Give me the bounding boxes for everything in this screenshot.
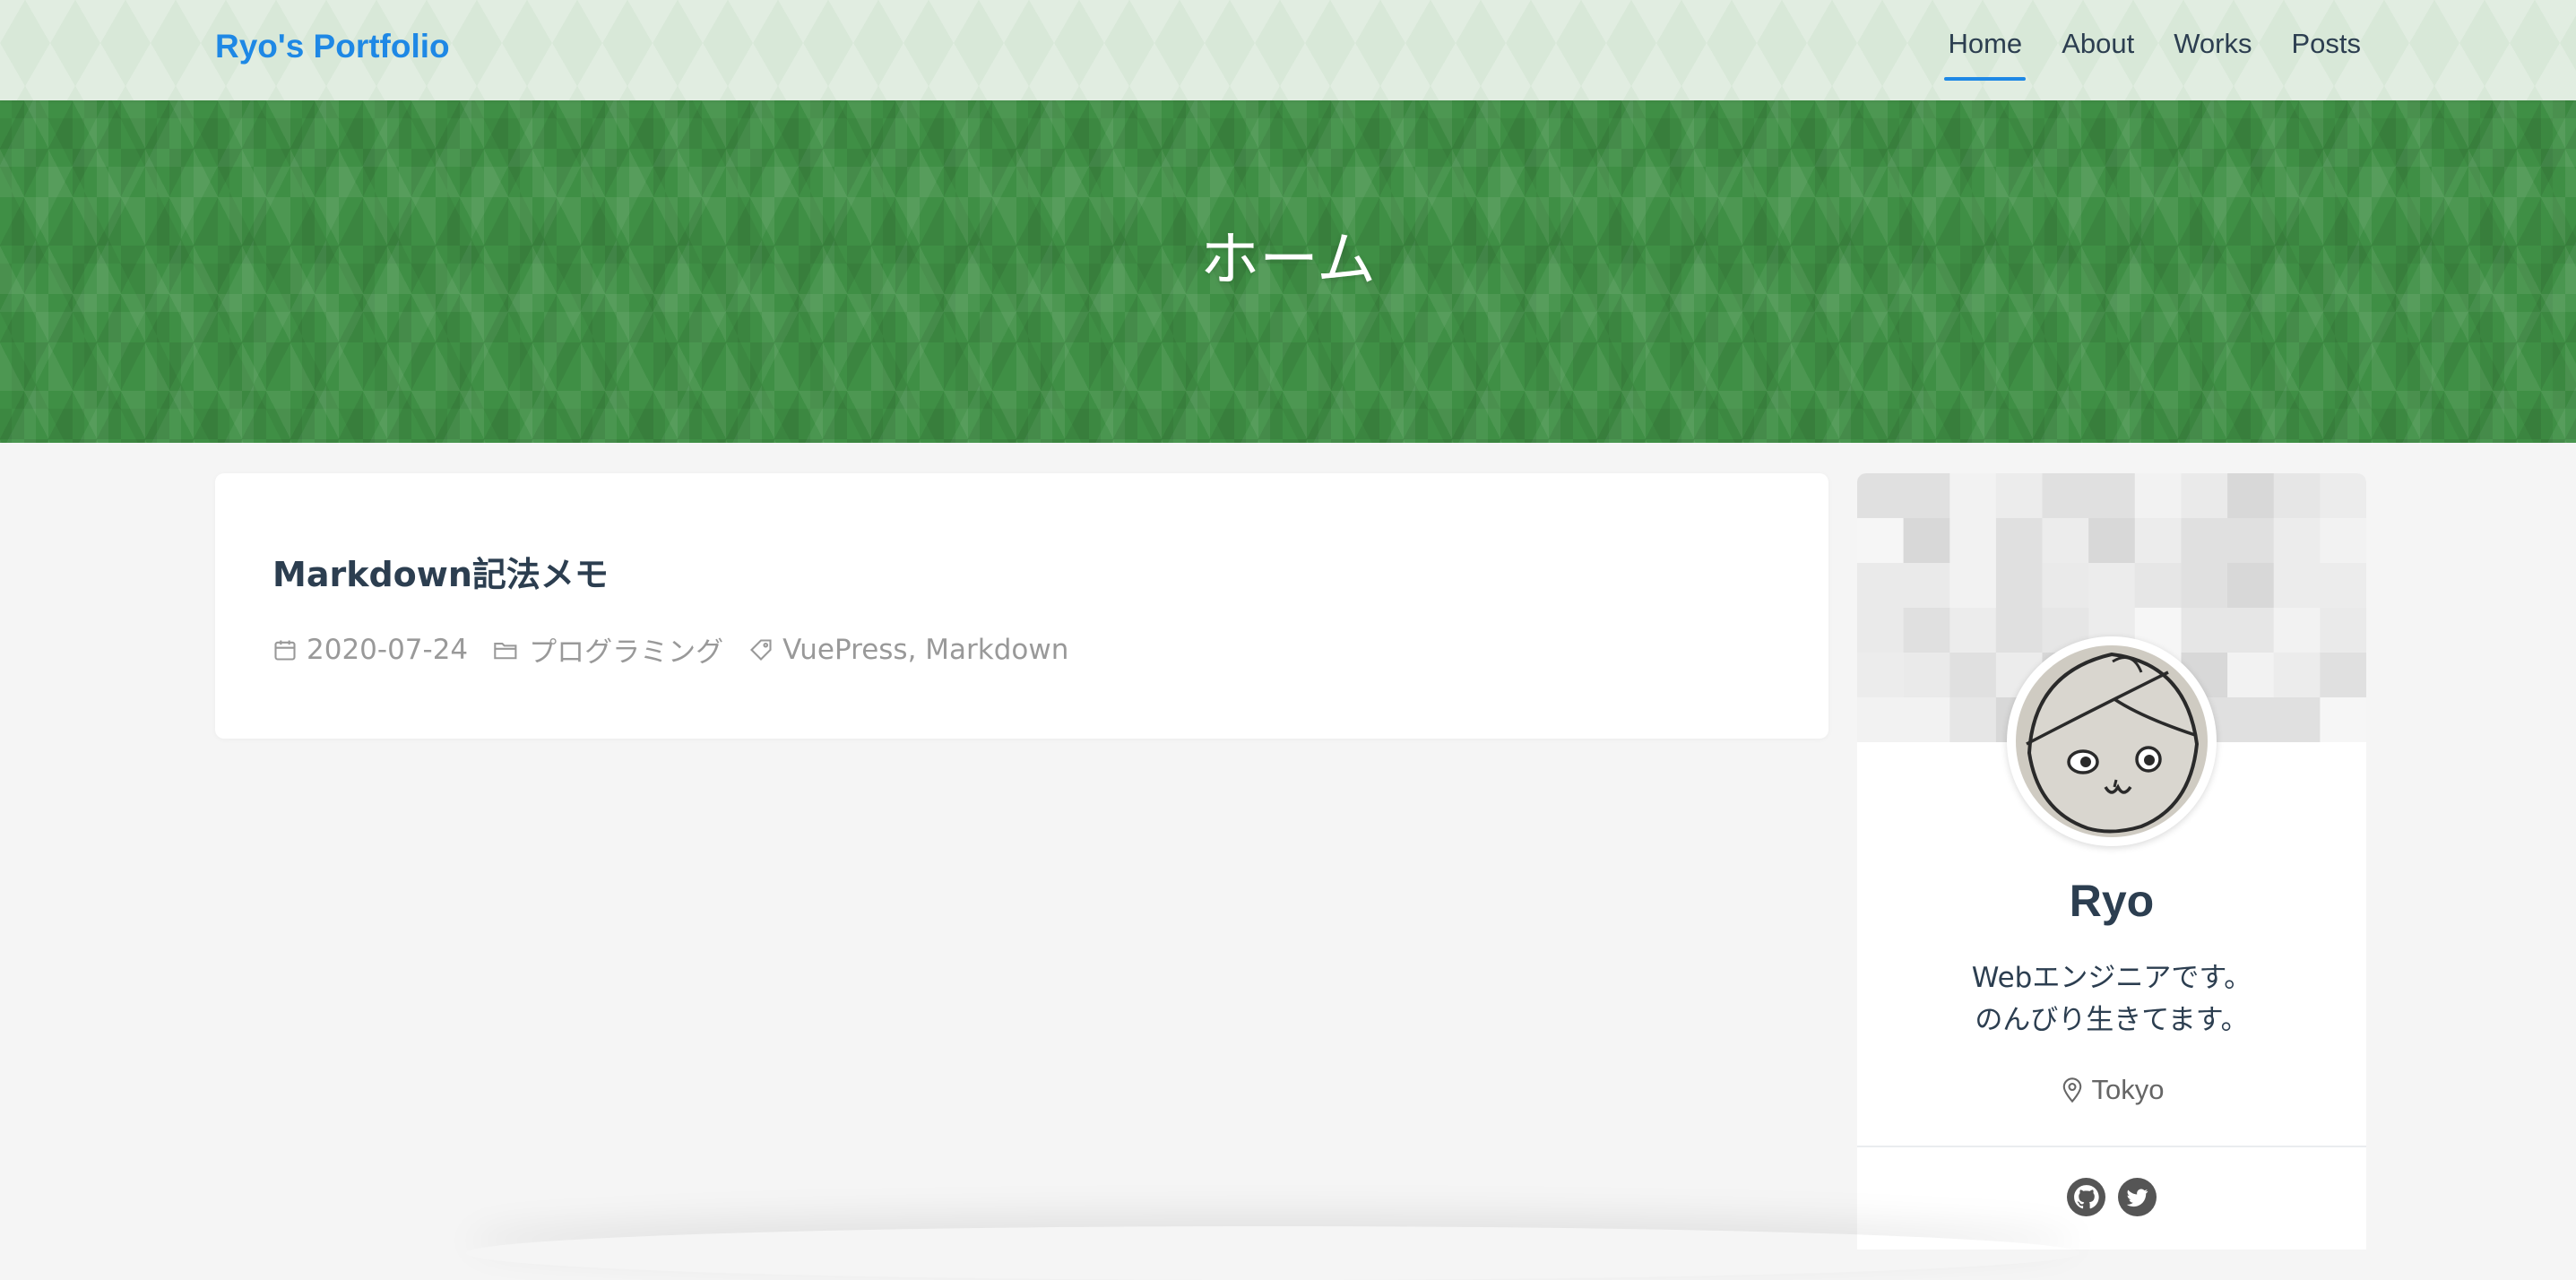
profile-divider — [1857, 1146, 2366, 1147]
post-category-link[interactable]: プログラミング — [529, 629, 723, 670]
avatar — [2007, 636, 2217, 846]
page-title: ホーム — [1199, 225, 1377, 294]
post-title-link[interactable]: Markdown記法メモ — [272, 547, 609, 596]
profile-bio-line: Webエンジニアです。 — [1971, 962, 2252, 994]
post-tags-links[interactable]: VuePress, Markdown — [782, 634, 1068, 666]
nav-link-home[interactable]: Home — [1944, 0, 2026, 82]
profile-bio-line: のんびり生きてます。 — [1975, 1004, 2249, 1036]
post-meta: 2020-07-24 プログラミング VuePress, Markdown — [272, 629, 1094, 670]
profile-card: Ryo Webエンジニアです。 のんびり生きてます。 Tokyo — [1857, 473, 2366, 1250]
profile-location-text: Tokyo — [2091, 1074, 2165, 1105]
nav-link-works[interactable]: Works — [2174, 0, 2252, 82]
calendar-icon — [274, 640, 296, 661]
navbar: Ryo's Portfolio Home About Works Posts — [0, 0, 2576, 100]
profile-name: Ryo — [2069, 876, 2155, 926]
post-card: Markdown記法メモ 2020-07-24 プログラミング VuePress — [215, 473, 1828, 739]
map-pin-icon — [2062, 1077, 2081, 1103]
twitter-icon[interactable] — [2118, 1178, 2157, 1216]
profile-bio: Webエンジニアです。 のんびり生きてます。 — [1857, 957, 2366, 1042]
post-date-text: 2020-07-24 — [307, 633, 469, 666]
post-tags: VuePress, Markdown — [748, 634, 1068, 666]
nav-link-posts[interactable]: Posts — [2291, 0, 2361, 82]
post-category: プログラミング — [493, 629, 723, 670]
nav-link-about[interactable]: About — [2062, 0, 2134, 82]
folder-icon — [494, 642, 517, 659]
github-icon[interactable] — [2067, 1178, 2105, 1216]
site-name-link[interactable]: Ryo's Portfolio — [215, 25, 450, 68]
bottom-shadow — [466, 1226, 2079, 1280]
tag-icon — [750, 638, 772, 661]
nav-links: Home About Works Posts — [1908, 0, 2361, 100]
post-date: 2020-07-24 — [272, 634, 468, 666]
profile-location: Tokyo — [1857, 1074, 2366, 1106]
social-links — [1857, 1178, 2366, 1216]
hero-banner: ホーム — [0, 100, 2576, 443]
